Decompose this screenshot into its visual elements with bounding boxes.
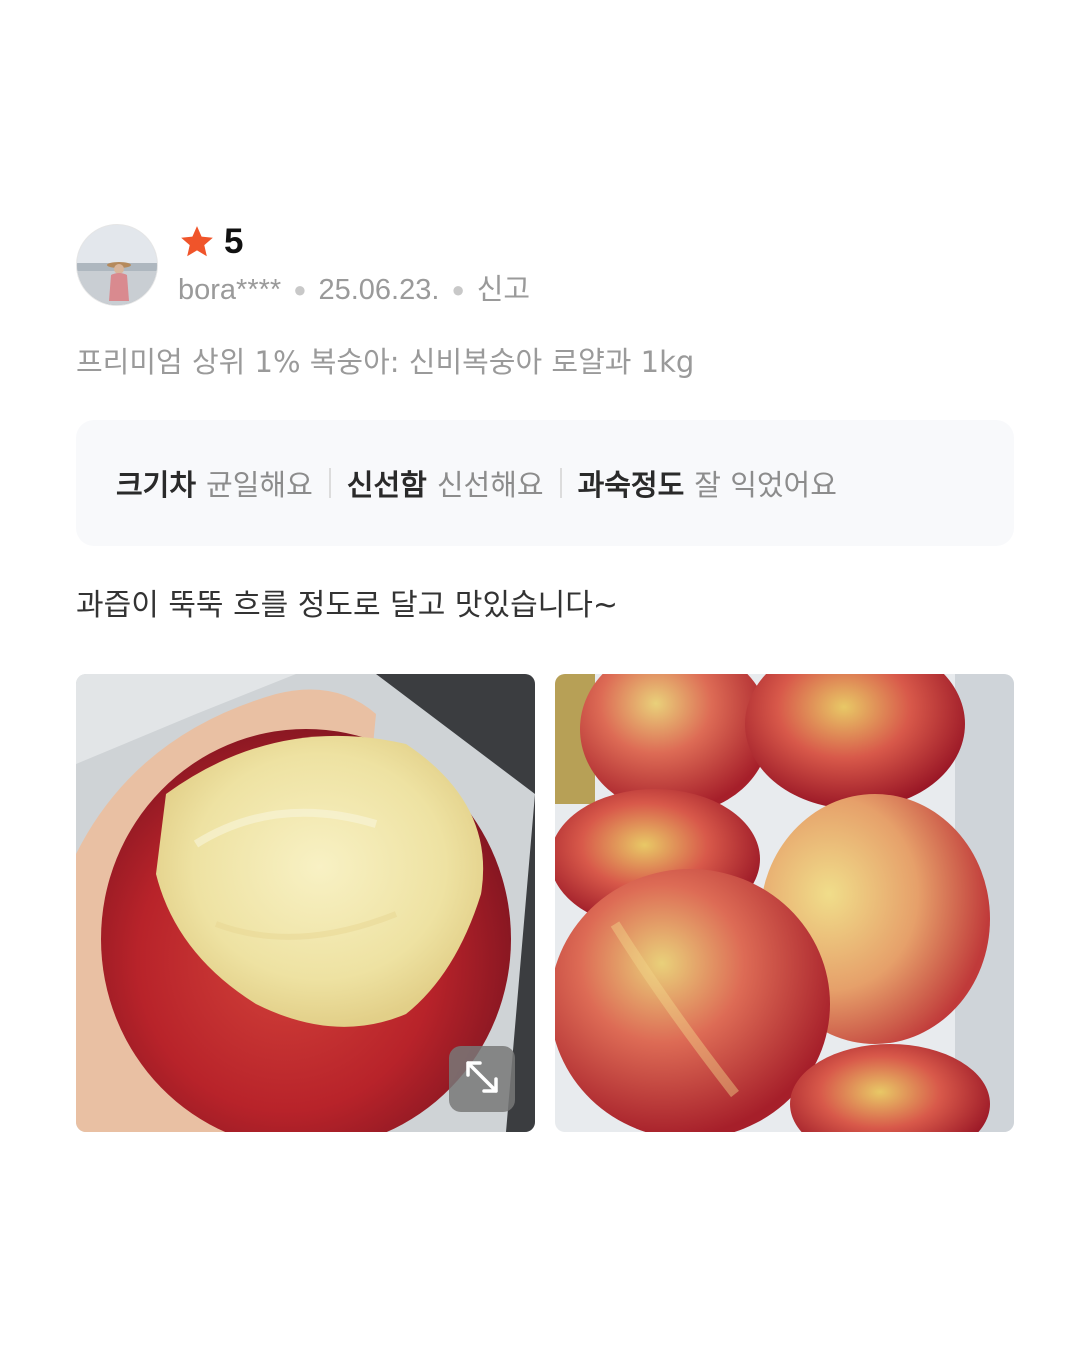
review-photo-bitten-peach[interactable] <box>76 674 535 1132</box>
review-header: 5 bora**** ● 25.06.23. ● 신고 <box>76 224 1014 308</box>
review-body: 과즙이 뚝뚝 흐를 정도로 달고 맛있습니다~ <box>76 588 619 623</box>
expand-icon <box>462 1057 502 1101</box>
star-icon <box>178 223 216 261</box>
report-link[interactable]: 신고 <box>477 274 530 306</box>
username: bora**** <box>178 274 282 306</box>
separator-dot: ● <box>451 277 465 302</box>
review-photos <box>76 674 1014 1132</box>
expand-button[interactable] <box>449 1046 515 1112</box>
attr-value-size: 균일해요 <box>206 468 313 502</box>
divider <box>328 468 331 498</box>
product-option: 프리미엄 상위 1% 복숭아: 신비복숭아 로얄과 1kg <box>76 345 695 379</box>
attr-value-freshness: 신선해요 <box>436 468 544 502</box>
avatar[interactable] <box>76 224 158 306</box>
rating-value: 5 <box>224 222 244 261</box>
review-photo-peaches[interactable] <box>555 674 1014 1132</box>
review-attributes: 크기차 균일해요 신선함 신선해요 과숙정도 잘 익었어요 <box>76 420 1014 546</box>
attr-key-ripeness: 과숙정도 <box>577 468 685 502</box>
attr-value-ripeness: 잘 익었어요 <box>694 468 837 502</box>
divider <box>559 468 562 498</box>
separator-dot: ● <box>293 277 307 302</box>
review-card: 5 bora**** ● 25.06.23. ● 신고 프리미엄 상위 1% 복… <box>76 224 1014 1132</box>
attr-key-size: 크기차 <box>116 468 197 502</box>
attr-key-freshness: 신선함 <box>346 468 427 502</box>
review-date: 25.06.23. <box>318 274 440 306</box>
